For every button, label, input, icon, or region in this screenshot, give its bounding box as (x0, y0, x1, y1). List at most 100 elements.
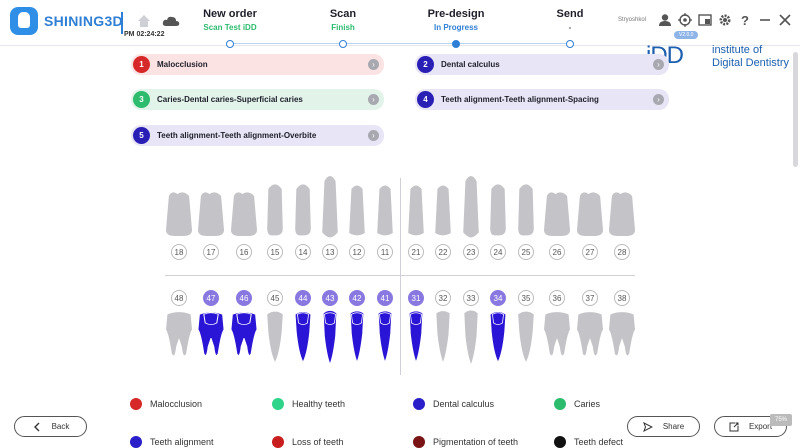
tooth-number-13[interactable]: 13 (322, 244, 338, 260)
tooth-41[interactable] (375, 310, 395, 364)
tooth-42[interactable] (347, 310, 367, 364)
home-icon[interactable] (137, 14, 151, 28)
tooth-46[interactable] (231, 310, 257, 364)
step-new-order[interactable]: New order Scan Test iDD (175, 8, 285, 32)
finding-item[interactable]: 2 Dental calculus › (415, 54, 669, 75)
chevron-right-icon[interactable]: › (653, 94, 664, 105)
minimize-icon[interactable] (758, 13, 772, 27)
chevron-right-icon[interactable]: › (368, 130, 379, 141)
tooth-48[interactable] (166, 310, 192, 364)
tooth-number-11[interactable]: 11 (377, 244, 393, 260)
tooth-18[interactable] (166, 190, 192, 240)
tooth-number-16[interactable]: 16 (236, 244, 252, 260)
chevron-right-icon[interactable]: › (653, 59, 664, 70)
tooth-28[interactable] (609, 190, 635, 240)
chevron-right-icon[interactable]: › (368, 59, 379, 70)
help-icon[interactable]: ? (738, 13, 752, 28)
tooth-number-12[interactable]: 12 (349, 244, 365, 260)
tooth-number-38[interactable]: 38 (614, 290, 630, 306)
tooth-number-21[interactable]: 21 (408, 244, 424, 260)
tooth-43[interactable] (320, 310, 340, 364)
tooth-number-17[interactable]: 17 (203, 244, 219, 260)
tooth-number-34[interactable]: 34 (490, 290, 506, 306)
tooth-15[interactable] (265, 182, 285, 240)
tooth-14[interactable] (293, 182, 313, 240)
tooth-number-35[interactable]: 35 (518, 290, 534, 306)
tooth-11[interactable] (375, 182, 395, 240)
tooth-36[interactable] (544, 310, 570, 364)
finding-number: 2 (417, 56, 434, 73)
user-icon[interactable] (658, 13, 672, 27)
chevron-right-icon[interactable]: › (368, 94, 379, 105)
tooth-25[interactable] (516, 182, 536, 240)
tooth-34[interactable] (488, 310, 508, 364)
tooth-13[interactable] (320, 176, 340, 240)
tooth-number-44[interactable]: 44 (295, 290, 311, 306)
legend-swatch (554, 398, 566, 410)
tooth-38[interactable] (609, 310, 635, 364)
tooth-number-42[interactable]: 42 (349, 290, 365, 306)
tooth-35[interactable] (516, 310, 536, 364)
tooth-37[interactable] (577, 310, 603, 364)
tooth-number-43[interactable]: 43 (322, 290, 338, 306)
tooth-44[interactable] (293, 310, 313, 364)
finding-item[interactable]: 5 Teeth alignment-Teeth alignment-Overbi… (131, 125, 384, 146)
tooth-number-28[interactable]: 28 (614, 244, 630, 260)
finding-item[interactable]: 3 Caries-Dental caries-Superficial carie… (131, 89, 384, 110)
back-button[interactable]: Back (14, 416, 87, 437)
steps-progress-line (230, 43, 570, 44)
legend-label: Malocclusion (150, 399, 203, 409)
tooth-number-36[interactable]: 36 (549, 290, 565, 306)
tooth-45[interactable] (265, 310, 285, 364)
tooth-number-45[interactable]: 45 (267, 290, 283, 306)
gear-icon[interactable] (718, 13, 732, 27)
tooth-number-18[interactable]: 18 (171, 244, 187, 260)
legend-label: Pigmentation of teeth (433, 437, 519, 447)
tooth-number-26[interactable]: 26 (549, 244, 565, 260)
tooth-number-24[interactable]: 24 (490, 244, 506, 260)
step-send[interactable]: Send - (515, 8, 625, 32)
share-button[interactable]: Share (627, 416, 700, 437)
tooth-number-32[interactable]: 32 (435, 290, 451, 306)
finding-number: 1 (133, 56, 150, 73)
tooth-number-47[interactable]: 47 (203, 290, 219, 306)
tooth-31[interactable] (406, 310, 426, 364)
tooth-number-31[interactable]: 31 (408, 290, 424, 306)
brand-name: SHINING3D (44, 13, 123, 29)
app-window: SHINING3D PM 02:24:22 New order Scan Tes… (0, 0, 800, 448)
tooth-number-48[interactable]: 48 (171, 290, 187, 306)
tooth-number-37[interactable]: 37 (582, 290, 598, 306)
tooth-26[interactable] (544, 190, 570, 240)
tooth-17[interactable] (198, 190, 224, 240)
legend-label: Loss of teeth (292, 437, 344, 447)
tooth-number-22[interactable]: 22 (435, 244, 451, 260)
tooth-23[interactable] (461, 176, 481, 240)
tooth-16[interactable] (231, 190, 257, 240)
scrollbar[interactable] (793, 52, 798, 167)
target-icon[interactable] (678, 13, 692, 27)
user-name: Stryoshkol (617, 17, 646, 23)
tooth-22[interactable] (433, 182, 453, 240)
tooth-32[interactable] (433, 310, 453, 364)
tooth-number-14[interactable]: 14 (295, 244, 311, 260)
tooth-27[interactable] (577, 190, 603, 240)
tooth-number-33[interactable]: 33 (463, 290, 479, 306)
tooth-number-23[interactable]: 23 (463, 244, 479, 260)
tooth-number-15[interactable]: 15 (267, 244, 283, 260)
window-icon[interactable] (698, 13, 712, 27)
tooth-24[interactable] (488, 182, 508, 240)
tooth-number-41[interactable]: 41 (377, 290, 393, 306)
tooth-number-46[interactable]: 46 (236, 290, 252, 306)
step-pre-design[interactable]: Pre-design In Progress (401, 8, 511, 32)
tooth-number-25[interactable]: 25 (518, 244, 534, 260)
tooth-21[interactable] (406, 182, 426, 240)
legend-label: Teeth defect (574, 437, 624, 447)
tooth-12[interactable] (347, 182, 367, 240)
tooth-number-27[interactable]: 27 (582, 244, 598, 260)
step-scan[interactable]: Scan Finish (288, 8, 398, 32)
tooth-33[interactable] (461, 310, 481, 364)
close-icon[interactable] (778, 13, 792, 27)
finding-item[interactable]: 4 Teeth alignment-Teeth alignment-Spacin… (415, 89, 669, 110)
finding-item[interactable]: 1 Malocclusion › (131, 54, 384, 75)
tooth-47[interactable] (198, 310, 224, 364)
